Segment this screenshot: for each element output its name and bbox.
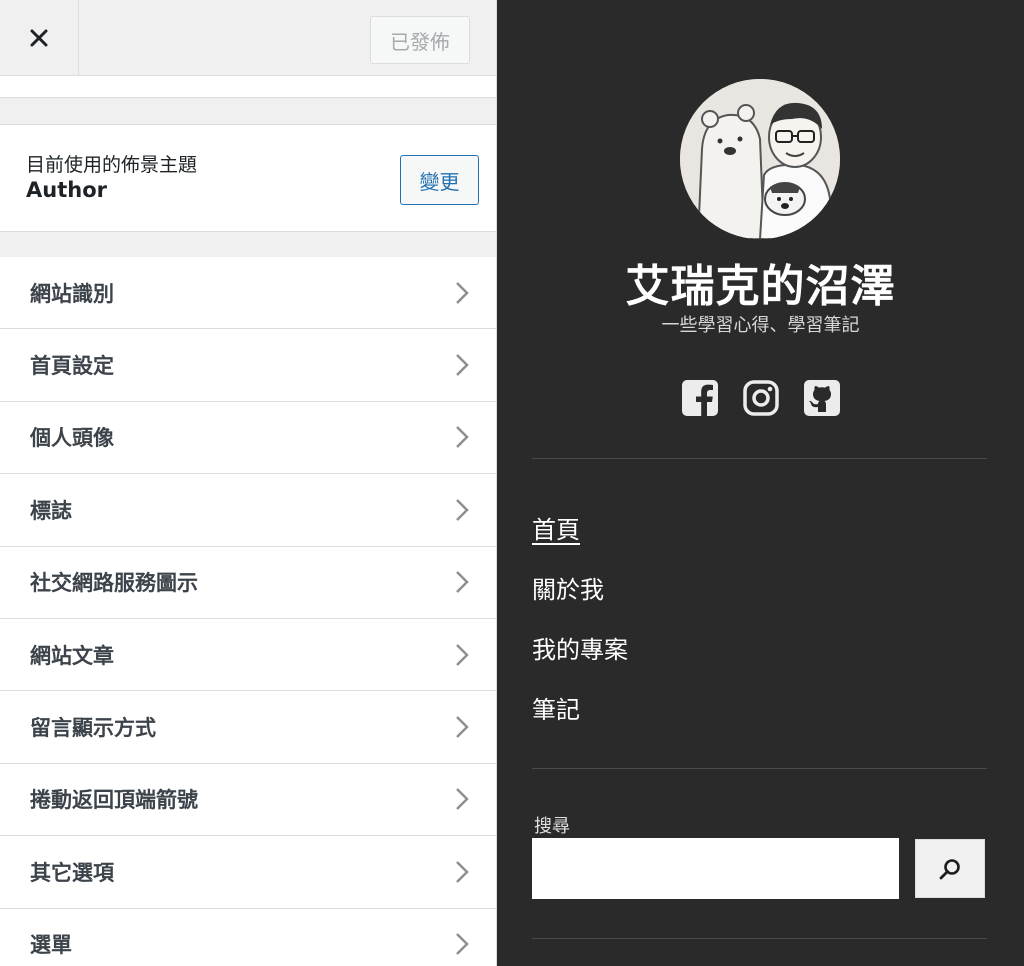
github-icon[interactable]	[803, 379, 841, 417]
customizer-panel: 已發佈 目前使用的佈景主題 Author 變更 網站識別 首頁設定 個人頭像 標…	[0, 0, 497, 966]
section-label: 標誌	[30, 498, 72, 523]
section-label: 個人頭像	[30, 426, 114, 451]
section-comment-display[interactable]: 留言顯示方式	[0, 691, 496, 764]
menu-item-notes[interactable]: 筆記	[532, 692, 628, 752]
active-theme-name: Author	[26, 178, 107, 202]
search-label: 搜尋	[534, 816, 570, 837]
search-button[interactable]	[915, 839, 985, 898]
avatar	[680, 79, 840, 239]
social-icons	[681, 379, 841, 417]
site-preview: 艾瑞克的沼澤 一些學習心得、學習筆記 首頁 關於我 我的專案 筆記 搜尋	[497, 0, 1024, 966]
chevron-right-icon	[456, 426, 469, 449]
published-button[interactable]: 已發佈	[370, 16, 470, 64]
active-theme-section: 目前使用的佈景主題 Author 變更	[0, 124, 496, 232]
section-label: 社交網路服務圖示	[30, 571, 198, 596]
customizer-notice-area	[0, 76, 496, 98]
section-scroll-to-top[interactable]: 捲動返回頂端箭號	[0, 763, 496, 837]
chevron-right-icon	[456, 571, 469, 594]
section-other-options[interactable]: 其它選項	[0, 836, 496, 909]
section-label: 網站識別	[30, 281, 114, 306]
section-label: 首頁設定	[30, 354, 114, 379]
section-menus[interactable]: 選單	[0, 908, 496, 966]
section-site-identity[interactable]: 網站識別	[0, 257, 496, 330]
chevron-right-icon	[456, 788, 469, 811]
close-customizer-button[interactable]	[0, 0, 79, 76]
chevron-right-icon	[456, 498, 469, 521]
divider	[532, 458, 987, 459]
customizer-header: 已發佈	[0, 0, 496, 76]
customizer-section-list: 網站識別 首頁設定 個人頭像 標誌 社交網路服務圖示 網站文章 留言顯示方式 捲…	[0, 257, 496, 966]
menu-item-projects[interactable]: 我的專案	[532, 632, 628, 692]
section-avatar[interactable]: 個人頭像	[0, 401, 496, 475]
chevron-right-icon	[456, 860, 469, 883]
change-theme-button[interactable]: 變更	[400, 155, 479, 205]
search-icon	[939, 858, 960, 879]
active-theme-caption: 目前使用的佈景主題	[26, 154, 198, 176]
menu-item-home[interactable]: 首頁	[532, 512, 628, 572]
site-tagline: 一些學習心得、學習筆記	[661, 315, 860, 336]
chevron-right-icon	[456, 281, 469, 304]
section-posts[interactable]: 網站文章	[0, 618, 496, 692]
section-label: 選單	[30, 933, 72, 958]
close-icon	[30, 29, 48, 47]
section-label: 網站文章	[30, 643, 114, 668]
chevron-right-icon	[456, 643, 469, 666]
instagram-icon[interactable]	[742, 379, 780, 417]
section-label: 捲動返回頂端箭號	[30, 788, 198, 813]
chevron-right-icon	[456, 933, 469, 956]
facebook-icon[interactable]	[681, 379, 719, 417]
divider	[532, 938, 987, 939]
section-logo[interactable]: 標誌	[0, 474, 496, 547]
chevron-right-icon	[456, 354, 469, 376]
section-label: 其它選項	[30, 860, 114, 885]
avatar-illustration	[680, 79, 840, 239]
divider	[532, 768, 987, 769]
section-social-icons[interactable]: 社交網路服務圖示	[0, 546, 496, 619]
section-homepage-settings[interactable]: 首頁設定	[0, 329, 496, 402]
menu-item-about[interactable]: 關於我	[532, 572, 628, 632]
primary-menu: 首頁 關於我 我的專案 筆記	[532, 512, 628, 752]
search-input[interactable]	[532, 838, 899, 899]
chevron-right-icon	[456, 716, 469, 738]
section-label: 留言顯示方式	[30, 716, 156, 741]
site-title[interactable]: 艾瑞克的沼澤	[497, 250, 1024, 314]
